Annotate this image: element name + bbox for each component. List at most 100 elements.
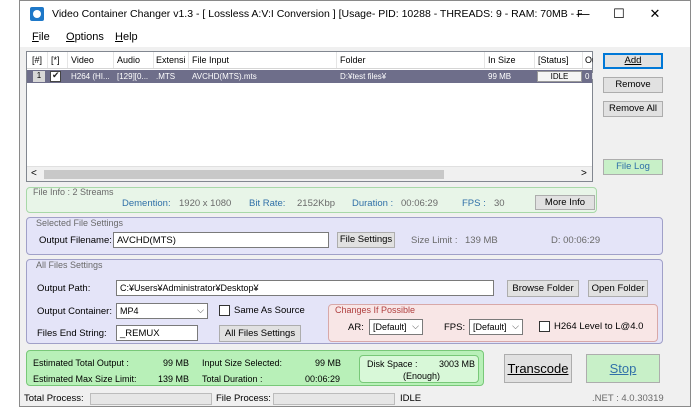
h264-level-checkbox[interactable] [539,321,550,332]
input-size-selected-label: Input Size Selected: [202,358,283,368]
disk-space-status: (Enough) [403,371,441,381]
stop-button[interactable]: Stop [586,354,660,383]
output-filename-label: Output Filename: [39,235,112,246]
fps-value: 30 [494,198,505,209]
col-header-video[interactable]: Video [71,55,111,65]
bitrate-label: Bit Rate: [249,198,286,209]
col-header-num[interactable]: [#] [32,55,46,65]
scroll-left-icon[interactable]: < [31,168,37,179]
h264-level-label: H264 Level to L@4.0 [554,321,644,332]
total-process-bar [90,393,212,405]
menu-file[interactable]: File [32,31,50,43]
col-header-status[interactable]: [Status] [538,55,578,65]
cell-audio: [129][0... [117,72,149,81]
est-total-output-value: 99 MB [163,358,190,368]
dimension-value: 1920 x 1080 [179,198,232,209]
output-filename-input[interactable]: AVCHD(MTS) [113,232,329,248]
row-number: 1 [33,71,45,82]
file-process-label: File Process: [216,393,271,404]
bitrate-value: 2152Kbp [297,198,336,209]
cell-in-size: 99 MB [488,72,512,81]
window-title: Video Container Changer v1.3 - [ Lossles… [52,8,582,20]
fps-select[interactable]: [Default] ⌵ [469,319,523,335]
col-header-extension[interactable]: Extensi [156,55,186,65]
cell-status: IDLE [537,71,582,82]
browse-folder-button[interactable]: Browse Folder [507,280,579,297]
est-max-size-value: 139 MB [158,374,190,384]
more-info-button[interactable]: More Info [535,195,595,210]
col-header-file-input[interactable]: File Input [192,55,332,65]
file-process-bar [273,393,395,405]
output-container-select[interactable]: MP4 ⌵ [116,303,208,319]
maximize-button[interactable]: ☐ [601,1,637,27]
close-button[interactable]: ✕ [637,1,673,27]
total-process-label: Total Process: [24,393,84,404]
row-checkbox[interactable] [50,70,61,82]
title-bar[interactable]: Video Container Changer v1.3 - [ Lossles… [20,1,690,27]
est-total-output-label: Estimated Total Output : [33,358,129,368]
chevron-down-icon: ⌵ [512,321,519,331]
transcode-button[interactable]: Transcode [504,354,572,383]
ar-label: AR: [348,322,364,333]
output-container-label: Output Container: [37,306,112,317]
all-files-settings-button[interactable]: All Files Settings [219,325,301,342]
duration-value: 00:06:29 [401,198,438,209]
add-button[interactable]: Add [603,53,663,69]
disk-space-box: Disk Space : 3003 MB (Enough) [359,355,479,383]
app-icon [30,7,44,21]
col-header-out[interactable]: Ou [585,55,593,65]
scroll-thumb[interactable] [44,170,444,179]
size-limit-value: 139 MB [465,235,498,246]
dimension-label: Demention: [122,198,171,209]
cell-file-input: AVCHD(MTS).mts [192,72,257,81]
col-header-folder[interactable]: Folder [340,55,480,65]
all-files-title: All Files Settings [36,260,103,270]
status-text: IDLE [400,393,422,404]
estimates-panel: Estimated Total Output : 99 MB Estimated… [26,350,484,386]
all-files-panel: All Files Settings Output Path: C:¥Users… [26,259,663,344]
ar-select[interactable]: [Default] ⌵ [369,319,423,335]
table-row[interactable]: 1 H264 (HI... [129][0... .MTS AVCHD(MTS)… [27,70,593,83]
selected-file-title: Selected File Settings [36,218,124,228]
chevron-down-icon: ⌵ [412,321,419,331]
remove-all-button[interactable]: Remove All [603,101,663,117]
same-as-source-checkbox[interactable] [219,305,230,316]
total-duration-label: Total Duration : [202,374,263,384]
fps-label: FPS : [462,198,486,209]
changes-title: Changes If Possible [335,305,416,315]
open-folder-button[interactable]: Open Folder [588,280,648,297]
output-path-input[interactable]: C:¥Users¥Administrator¥Desktop¥ [116,280,494,296]
cell-folder: D:¥test files¥ [340,72,387,81]
file-info-panel: File Info : 2 Streams Demention: 1920 x … [26,187,597,213]
grid-header: [#] [*] Video Audio Extensi File Input F… [27,52,593,69]
cell-video: H264 (HI... [71,72,110,81]
file-log-button[interactable]: File Log [603,159,663,175]
menu-options[interactable]: Options [66,31,104,43]
file-info-title: File Info : 2 Streams [33,187,114,197]
app-window: Video Container Changer v1.3 - [ Lossles… [19,0,691,407]
files-end-string-label: Files End String: [37,328,107,339]
files-end-string-input[interactable]: _REMUX [116,325,198,341]
disk-space-value: 3003 MB [439,359,476,369]
menu-help[interactable]: Help [115,31,138,43]
remove-button[interactable]: Remove [603,77,663,93]
file-settings-button[interactable]: File Settings [337,232,395,248]
est-max-size-label: Estimated Max Size Limit: [33,374,137,384]
size-limit-label: Size Limit : [411,235,458,246]
minimize-button[interactable]: — [565,1,601,27]
same-as-source-label: Same As Source [234,305,305,316]
horizontal-scrollbar[interactable]: < > [27,166,592,181]
chevron-down-icon: ⌵ [197,305,204,315]
col-header-check[interactable]: [*] [51,55,65,65]
menu-bar: File Options Help [20,27,690,47]
total-duration-value: 00:06:29 [305,374,341,384]
selected-file-panel: Selected File Settings Output Filename: … [26,217,663,255]
col-header-audio[interactable]: Audio [117,55,151,65]
scroll-right-icon[interactable]: > [581,168,587,179]
disk-space-label: Disk Space : [367,359,418,369]
net-version: .NET : 4.0.30319 [592,393,664,404]
changes-if-possible-panel: Changes If Possible AR: [Default] ⌵ FPS:… [328,304,658,342]
col-header-in-size[interactable]: In Size [488,55,532,65]
file-list-grid[interactable]: [#] [*] Video Audio Extensi File Input F… [26,51,593,182]
duration-label: Duration : [352,198,394,209]
